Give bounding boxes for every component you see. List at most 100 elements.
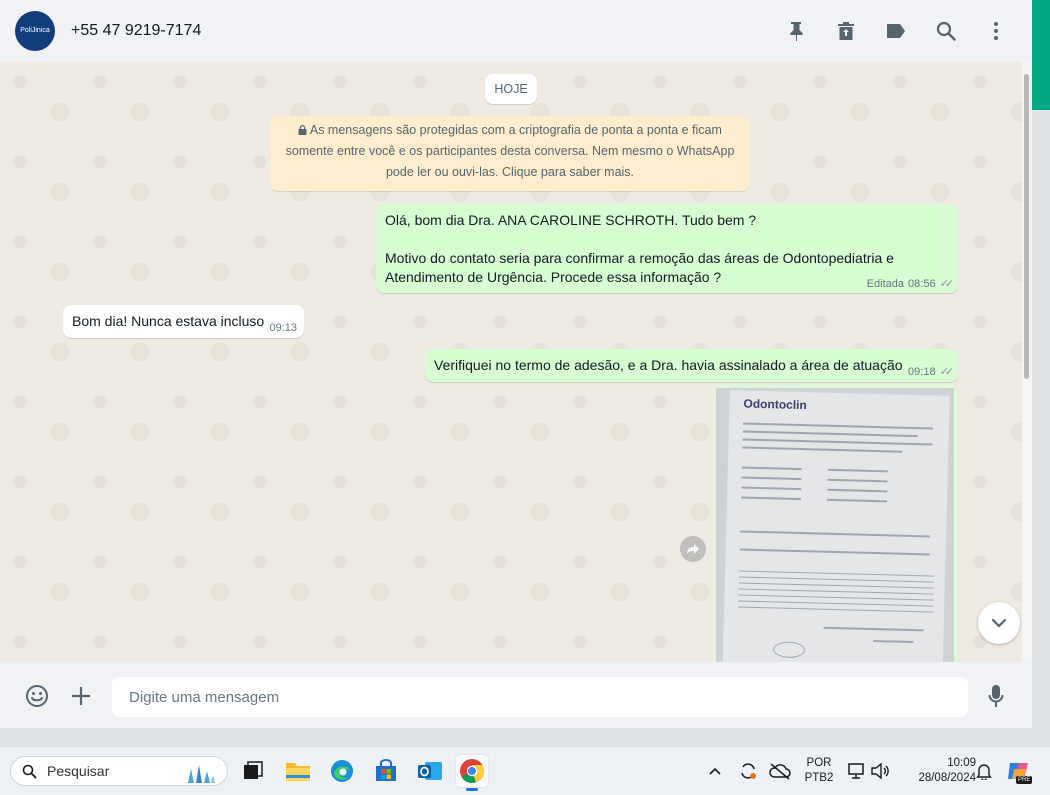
- store-icon[interactable]: [370, 755, 402, 787]
- search-placeholder: Pesquisar: [47, 763, 110, 779]
- task-view-icon[interactable]: [237, 755, 269, 787]
- copilot-icon[interactable]: PRE: [1004, 755, 1034, 787]
- signature-mark: [772, 641, 806, 659]
- cloud-offline-icon[interactable]: [768, 755, 792, 787]
- contact-avatar[interactable]: PoliJinica: [15, 11, 55, 51]
- keyboard-layout: PTB2: [804, 772, 834, 784]
- file-explorer-icon[interactable]: [282, 755, 314, 787]
- document-image[interactable]: Odontoclin: [716, 388, 954, 662]
- archive-icon[interactable]: [834, 19, 858, 43]
- compose-bar: [0, 662, 1032, 728]
- search-highlight-icon: [188, 765, 215, 783]
- sync-icon[interactable]: [736, 755, 760, 787]
- form-line: [738, 582, 934, 589]
- message-outgoing[interactable]: Verifiquei no termo de adesão, e a Dra. …: [425, 349, 958, 382]
- read-receipt-icon: ✓✓: [939, 366, 955, 378]
- chevron-down-icon: [991, 618, 1007, 628]
- desktop-gap: [0, 728, 1050, 746]
- message-time: 08:56: [908, 277, 936, 290]
- form-line: [738, 600, 934, 607]
- form-line: [740, 530, 931, 538]
- form-line: [827, 478, 888, 483]
- label-icon[interactable]: [884, 19, 908, 43]
- language-code: POR: [806, 757, 832, 769]
- encryption-line-3: pode ler ou ouvi-las. Clique para saber …: [385, 165, 635, 179]
- outlook-icon[interactable]: [414, 755, 446, 787]
- scrollbar-thumb[interactable]: [1024, 74, 1029, 379]
- emoji-icon[interactable]: [24, 683, 50, 709]
- forward-icon[interactable]: [680, 536, 706, 562]
- form-line: [741, 476, 802, 481]
- chat-scrollbar[interactable]: [1022, 62, 1032, 662]
- bell-icon[interactable]: [972, 755, 996, 787]
- window-accent-edge: [1032, 0, 1050, 110]
- chrome-icon[interactable]: [456, 755, 488, 791]
- message-outgoing[interactable]: Olá, bom dia Dra. ANA CAROLINE SCHROTH. …: [376, 204, 958, 293]
- form-logo: Odontoclin: [743, 396, 807, 413]
- form-line: [742, 422, 933, 430]
- form-line: [738, 576, 934, 583]
- form-line: [873, 640, 914, 644]
- message-line: Motivo do contato seria para confirmar a…: [385, 250, 894, 266]
- message-line: Olá, bom dia Dra. ANA CAROLINE SCHROTH. …: [385, 212, 757, 228]
- lock-icon: [298, 125, 307, 135]
- form-line: [742, 446, 903, 453]
- clock-date: 28/08/2024: [918, 772, 976, 784]
- pre-badge: PRE: [1016, 776, 1033, 784]
- edge-icon[interactable]: [326, 755, 358, 787]
- search-icon: [22, 764, 37, 779]
- form-line: [742, 430, 918, 438]
- form-line: [741, 486, 802, 491]
- message-text: Olá, bom dia Dra. ANA CAROLINE SCHROTH. …: [385, 211, 949, 287]
- message-time: 09:18: [908, 365, 936, 378]
- message-input[interactable]: [112, 677, 968, 717]
- message-incoming[interactable]: Bom dia! Nunca estava incluso 09:13: [63, 305, 304, 338]
- message-time: 09:13: [269, 322, 297, 334]
- whatsapp-window: PoliJinica +55 47 9219-7174 HOJE As mens…: [0, 0, 1032, 728]
- encryption-line-1: As mensagens são protegidas com a cripto…: [309, 123, 722, 137]
- form-line: [742, 438, 933, 446]
- scroll-down-button[interactable]: [978, 602, 1020, 644]
- form-line: [826, 498, 888, 503]
- form-line: [739, 570, 935, 577]
- search-icon[interactable]: [934, 19, 958, 43]
- form-line: [741, 466, 802, 471]
- more-vertical-icon[interactable]: [984, 19, 1008, 43]
- date-separator: HOJE: [485, 74, 537, 104]
- form-line: [738, 594, 934, 601]
- taskbar: Pesquisar POR PTB2 10:09 28/08/2024 PRE: [0, 746, 1050, 795]
- message-meta: 09:13: [269, 322, 297, 334]
- volume-icon[interactable]: [868, 755, 892, 787]
- plus-icon[interactable]: [68, 683, 94, 709]
- message-meta: Editada 08:56 ✓✓: [866, 277, 954, 291]
- chevron-up-icon[interactable]: [704, 755, 726, 787]
- network-icon[interactable]: [845, 755, 869, 787]
- pin-icon[interactable]: [784, 19, 808, 43]
- message-list[interactable]: HOJE As mensagens são protegidas com a c…: [0, 62, 1022, 662]
- microphone-icon[interactable]: [983, 683, 1009, 709]
- clock-time: 10:09: [947, 757, 976, 769]
- form-line: [738, 588, 934, 595]
- language-indicator[interactable]: POR PTB2: [800, 756, 838, 786]
- active-app-indicator: [466, 788, 478, 791]
- contact-name[interactable]: +55 47 9219-7174: [71, 22, 201, 40]
- clock[interactable]: 10:09 28/08/2024: [898, 756, 976, 786]
- window-gutter: [1032, 110, 1050, 728]
- form-line: [827, 488, 888, 493]
- form-line: [823, 626, 924, 632]
- encryption-line-2: somente entre você e os participantes de…: [285, 144, 735, 158]
- form-line: [741, 496, 802, 501]
- edited-label: Editada: [866, 277, 905, 290]
- message-line: Atendimento de Urgência. Procede essa in…: [385, 269, 722, 285]
- form-line: [739, 548, 930, 556]
- message-meta: 09:18 ✓✓: [908, 365, 955, 379]
- taskbar-search[interactable]: Pesquisar: [10, 756, 228, 786]
- form-line: [827, 468, 888, 473]
- scanned-form: Odontoclin: [722, 390, 950, 662]
- encryption-notice[interactable]: As mensagens são protegidas com a cripto…: [270, 116, 750, 191]
- message-text: Bom dia! Nunca estava incluso: [72, 313, 265, 329]
- chat-header: PoliJinica +55 47 9219-7174: [0, 0, 1032, 63]
- form-line: [738, 606, 934, 613]
- message-text: Verifiquei no termo de adesão, e a Dra. …: [434, 357, 903, 373]
